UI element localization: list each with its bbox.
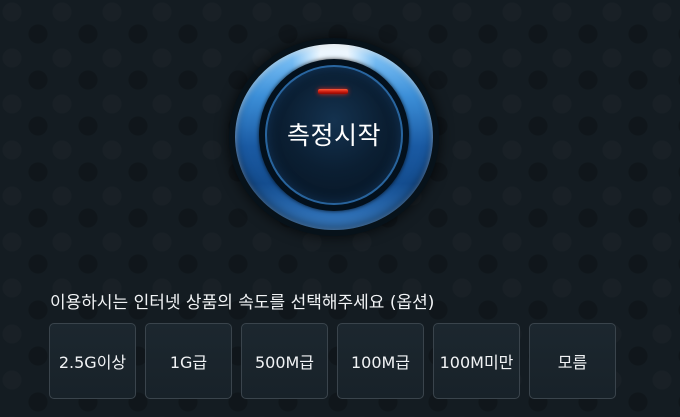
speed-option-group: 2.5G이상 1G급 500M급 100M급 100M미만 모름 — [49, 323, 616, 399]
speed-selection-prompt: 이용하시는 인터넷 상품의 속도를 선택해주세요 (옵션) — [50, 293, 435, 313]
speed-option-100m[interactable]: 100M급 — [337, 323, 424, 399]
speed-option-1g[interactable]: 1G급 — [145, 323, 232, 399]
status-indicator-light — [318, 89, 348, 94]
speed-option-under-100m[interactable]: 100M미만 — [433, 323, 520, 399]
start-measurement-button[interactable]: 측정시작 — [229, 38, 439, 236]
speed-option-unknown[interactable]: 모름 — [529, 323, 616, 399]
speed-option-2.5g-plus[interactable]: 2.5G이상 — [49, 323, 136, 399]
start-button-label: 측정시작 — [286, 121, 381, 150]
speed-option-500m[interactable]: 500M급 — [241, 323, 328, 399]
